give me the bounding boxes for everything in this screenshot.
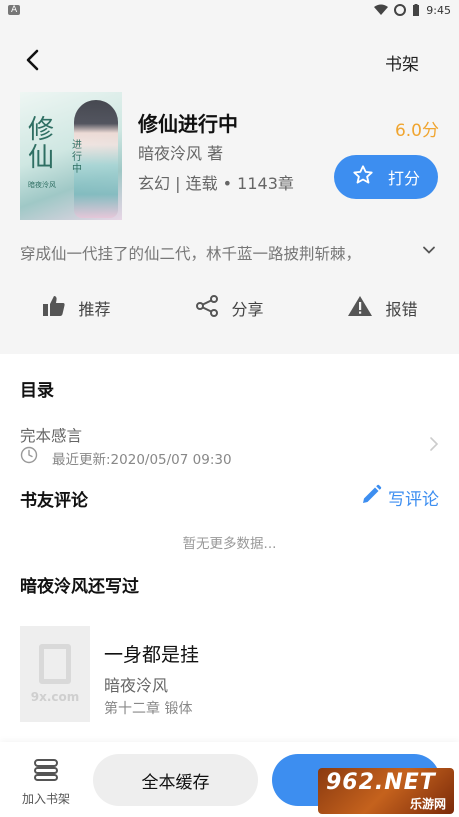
back-button[interactable] [18,48,46,76]
star-icon [352,164,374,190]
book-header: 修仙 进行中 暗夜泠风 修仙进行中 暗夜泠风 著 玄幻 | 连载 • 1143章… [0,92,459,354]
write-review-button[interactable]: 写评论 [360,484,439,511]
recommend-button[interactable]: 推荐 [0,284,153,332]
write-review-label: 写评论 [388,490,439,510]
watermark-sub: 乐游网 [409,797,446,811]
expand-synopsis-button[interactable] [421,242,437,258]
other-book-item[interactable]: 9x.com 一身都是挂 暗夜泠风 第十二章 锻体 [0,622,459,722]
share-icon [195,294,219,322]
bookshelf-link[interactable]: 书架 [385,50,419,75]
book-author[interactable]: 暗夜泠风 著 [138,140,223,164]
site-watermark-logo: 962.NET 乐游网 [318,768,454,814]
cover-watermark: 9x.com [30,690,80,704]
rate-button[interactable]: 打分 [334,155,438,199]
report-error-button[interactable]: 报错 [306,284,459,332]
reviews-section-title: 书友评论 [20,491,88,511]
reviews-empty-text: 暂无更多数据... [182,536,277,552]
chevron-down-icon [421,243,437,262]
back-arrow-icon [24,49,40,75]
cache-all-button[interactable]: 全本缓存 [93,754,258,806]
last-updated-text: 最近更新:2020/05/07 09:30 [52,452,232,468]
add-to-shelf-button[interactable]: 加入书架 [14,758,78,807]
other-book-cover: 9x.com [20,626,90,722]
book-meta: 玄幻 | 连载 • 1143章 [138,174,294,193]
pencil-icon [360,484,382,511]
other-book-author: 暗夜泠风 [104,676,169,695]
signal-icon [394,4,407,16]
action-row: 推荐 分享 报错 [0,284,459,332]
report-error-label: 报错 [385,300,418,319]
toc-section-title: 目录 [20,381,54,401]
wifi-icon [374,4,389,16]
clock-icon [20,446,38,468]
book-placeholder-icon [39,644,71,684]
cover-title: 修仙 [28,115,55,173]
chevron-right-icon [429,436,439,456]
warning-icon [347,295,373,321]
battery-icon [412,3,420,17]
book-score: 6.0分 [394,121,439,141]
share-label: 分享 [231,300,264,319]
recommend-label: 推荐 [78,300,111,319]
watermark-brand: 962.NET [326,770,436,795]
cover-subtitle: 进行中 [72,140,82,175]
share-button[interactable]: 分享 [153,284,306,332]
bookshelf-icon [32,759,60,786]
other-book-title: 一身都是挂 [104,644,200,666]
thumbs-up-icon [42,295,66,321]
other-book-chapter: 第十二章 锻体 [104,701,193,717]
latest-chapter-item[interactable]: 完本感言 最近更新:2020/05/07 09:30 [0,418,459,470]
book-cover[interactable]: 修仙 进行中 暗夜泠风 [20,92,122,220]
top-bar: 书架 [0,20,459,92]
book-synopsis: 穿成仙一代挂了的仙二代，林千蓝一路披荆斩棘， [20,245,362,263]
other-works-title: 暗夜泠风还写过 [20,577,139,597]
latest-chapter-name: 完本感言 [20,427,83,445]
cover-author: 暗夜泠风 [28,181,56,189]
book-title: 修仙进行中 [138,112,238,136]
notification-badge: A [8,5,21,15]
clock-time: 9:45 [426,3,451,17]
rate-button-label: 打分 [387,169,420,188]
status-bar: A 9:45 [0,0,459,20]
add-to-shelf-label: 加入书架 [21,792,70,806]
